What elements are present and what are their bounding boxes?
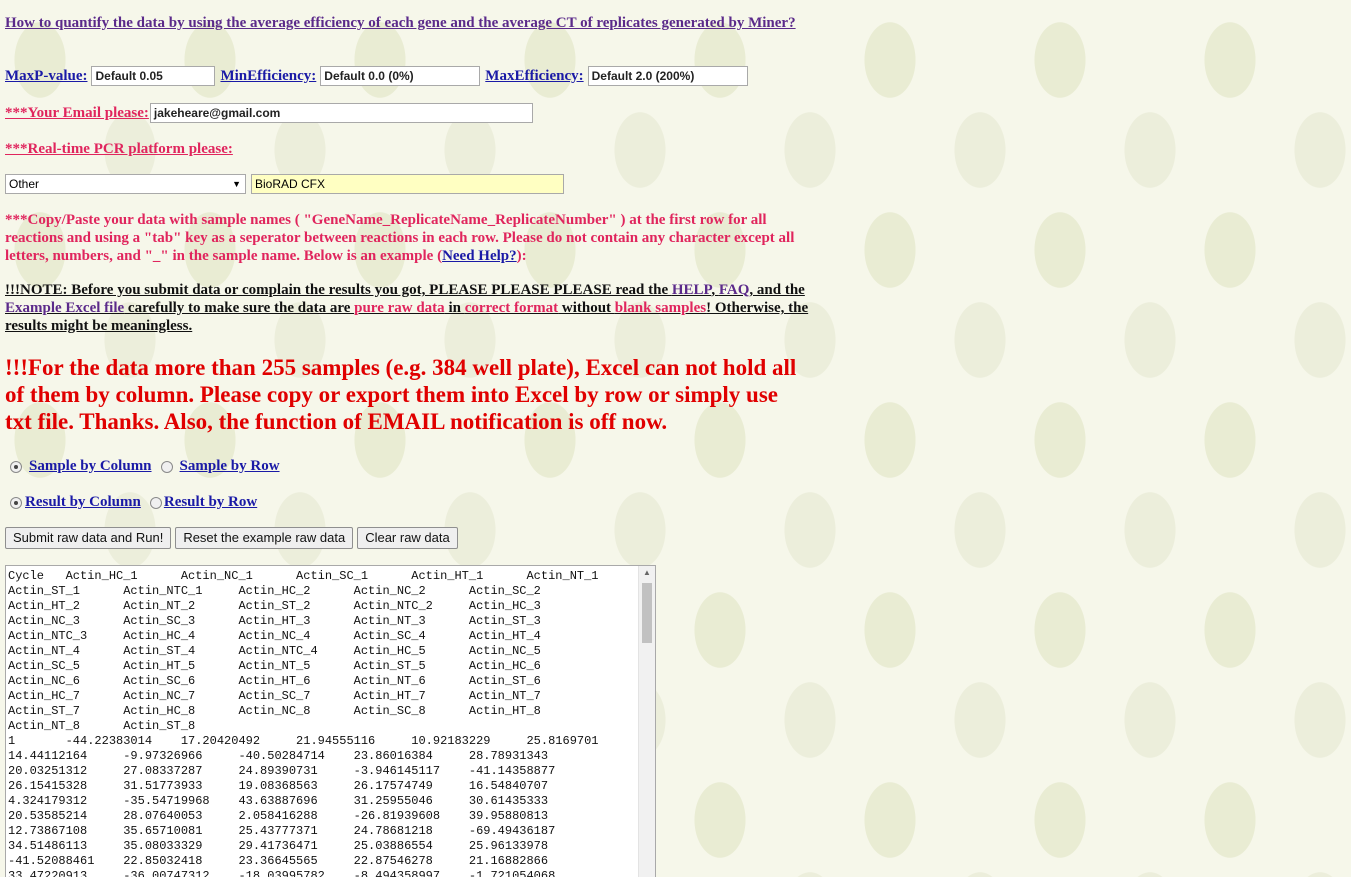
result-by-row-label[interactable]: Result by Row — [164, 494, 257, 511]
large-sample-warning: !!!For the data more than 255 samples (e… — [5, 355, 797, 434]
raw-data-line: 34.51486113 35.08033329 29.41736471 25.0… — [8, 839, 549, 853]
result-by-column-label[interactable]: Result by Column — [25, 494, 141, 511]
raw-data-line: 20.03251312 27.08337287 24.89390731 -3.9… — [8, 764, 556, 778]
note-text-1: !!!NOTE: Before you submit data or compl… — [5, 282, 672, 298]
platform-other-input[interactable]: BioRAD CFX — [251, 174, 564, 194]
raw-data-line: 12.73867108 35.65710081 25.43777371 24.7… — [8, 824, 556, 838]
instructions-text-end: ): — [516, 248, 527, 264]
scroll-up-arrow-icon[interactable]: ▲ — [643, 568, 651, 577]
raw-data-line: Actin_SC_5 Actin_HT_5 Actin_NT_5 Actin_S… — [8, 659, 541, 673]
sample-by-row-label[interactable]: Sample by Row — [180, 458, 280, 475]
action-buttons: Submit raw data and Run! Reset the examp… — [5, 527, 462, 549]
min-efficiency-label[interactable]: MinEfficiency: — [220, 68, 316, 85]
raw-data-line: Actin_NT_8 Actin_ST_8 — [8, 719, 196, 733]
sample-by-row-radio[interactable] — [160, 460, 173, 473]
min-efficiency-input[interactable]: Default 0.0 (0%) — [320, 66, 481, 86]
reset-example-button[interactable]: Reset the example raw data — [175, 527, 354, 549]
sample-by-column-radio[interactable] — [10, 460, 22, 473]
pure-raw-data-link[interactable]: pure raw data — [354, 300, 445, 316]
raw-data-content: Cycle Actin_HC_1 Actin_NC_1 Actin_SC_1 A… — [8, 569, 599, 877]
raw-data-line: Actin_NC_6 Actin_SC_6 Actin_HT_6 Actin_N… — [8, 674, 541, 688]
help-link[interactable]: HELP — [672, 282, 711, 298]
raw-data-line: 20.53585214 28.07640053 2.058416288 -26.… — [8, 809, 549, 823]
correct-format-link[interactable]: correct format — [465, 300, 558, 316]
instructions-text: ***Copy/Paste your data with sample name… — [5, 212, 795, 264]
raw-data-line: -41.52088461 22.85032418 23.36645565 22.… — [8, 854, 549, 868]
email-label: ***Your Email please: — [5, 104, 149, 121]
note-text-2: , — [711, 282, 719, 298]
note-text-5: in — [444, 300, 465, 316]
faq-link[interactable]: FAQ — [719, 282, 750, 298]
raw-data-line: Actin_NC_3 Actin_SC_3 Actin_HT_3 Actin_N… — [8, 614, 541, 628]
need-help-link[interactable]: Need Help? — [442, 248, 517, 264]
raw-data-textarea[interactable]: Cycle Actin_HC_1 Actin_NC_1 Actin_SC_1 A… — [5, 565, 656, 877]
submit-button[interactable]: Submit raw data and Run! — [5, 527, 172, 549]
max-efficiency-label[interactable]: MaxEfficiency: — [485, 68, 583, 85]
params-row: MaxP-value: Default 0.05 MinEfficiency: … — [5, 66, 748, 86]
email-input[interactable]: jakeheare@gmail.com — [149, 103, 533, 123]
raw-data-line: Actin_ST_1 Actin_NTC_1 Actin_HC_2 Actin_… — [8, 584, 541, 598]
raw-data-line: Actin_NT_4 Actin_ST_4 Actin_NTC_4 Actin_… — [8, 644, 541, 658]
result-by-column-radio[interactable] — [10, 496, 22, 509]
raw-data-line: Actin_ST_7 Actin_HC_8 Actin_NC_8 Actin_S… — [8, 704, 541, 718]
platform-select-value: Other — [9, 177, 40, 191]
raw-data-line: 1 -44.22383014 17.20420492 21.94555116 1… — [8, 734, 599, 748]
pcr-platform-label: ***Real-time PCR platform please: — [5, 141, 233, 157]
raw-data-line: 14.44112164 -9.97326966 -40.50284714 23.… — [8, 749, 549, 763]
maxp-input[interactable]: Default 0.05 — [91, 66, 216, 86]
blank-samples-link[interactable]: blank samples — [615, 300, 706, 316]
raw-data-line: Actin_NTC_3 Actin_HC_4 Actin_NC_4 Actin_… — [8, 629, 541, 643]
raw-data-line: 4.324179312 -35.54719968 43.63887696 31.… — [8, 794, 549, 808]
copy-paste-instructions: ***Copy/Paste your data with sample name… — [5, 211, 810, 265]
result-orientation-radios: Result by Column Result by Row — [10, 494, 266, 511]
platform-row: Other ▼ BioRAD CFX — [5, 174, 564, 194]
platform-select[interactable]: Other ▼ — [5, 174, 246, 194]
email-row: ***Your Email please: jakeheare@gmail.co… — [5, 103, 533, 123]
max-efficiency-input[interactable]: Default 2.0 (200%) — [587, 66, 748, 86]
chevron-down-icon: ▼ — [232, 179, 241, 189]
maxp-label[interactable]: MaxP-value: — [5, 68, 87, 85]
raw-data-line: Actin_HC_7 Actin_NC_7 Actin_SC_7 Actin_H… — [8, 689, 541, 703]
raw-data-line: Cycle Actin_HC_1 Actin_NC_1 Actin_SC_1 A… — [8, 569, 599, 583]
textarea-scrollbar[interactable]: ▲ — [638, 566, 655, 877]
result-by-row-radio[interactable] — [149, 496, 162, 509]
quantify-question-link[interactable]: How to quantify the data by using the av… — [5, 14, 805, 32]
scrollbar-thumb[interactable] — [642, 583, 652, 643]
note-text-4: carefully to make sure the data are — [124, 300, 355, 316]
note-text-3: , and the — [749, 282, 805, 298]
example-excel-link[interactable]: Example Excel file — [5, 300, 124, 316]
note-paragraph: !!!NOTE: Before you submit data or compl… — [5, 281, 810, 335]
raw-data-line: 33.47220913 -36.00747312 -18.03995782 -8… — [8, 869, 556, 877]
sample-by-column-label[interactable]: Sample by Column — [29, 458, 152, 475]
sample-orientation-radios: Sample by Column Sample by Row — [10, 458, 289, 475]
clear-data-button[interactable]: Clear raw data — [357, 527, 458, 549]
raw-data-line: Actin_HT_2 Actin_NT_2 Actin_ST_2 Actin_N… — [8, 599, 541, 613]
note-text-6: without — [558, 300, 615, 316]
raw-data-line: 26.15415328 31.51773933 19.08368563 26.1… — [8, 779, 549, 793]
